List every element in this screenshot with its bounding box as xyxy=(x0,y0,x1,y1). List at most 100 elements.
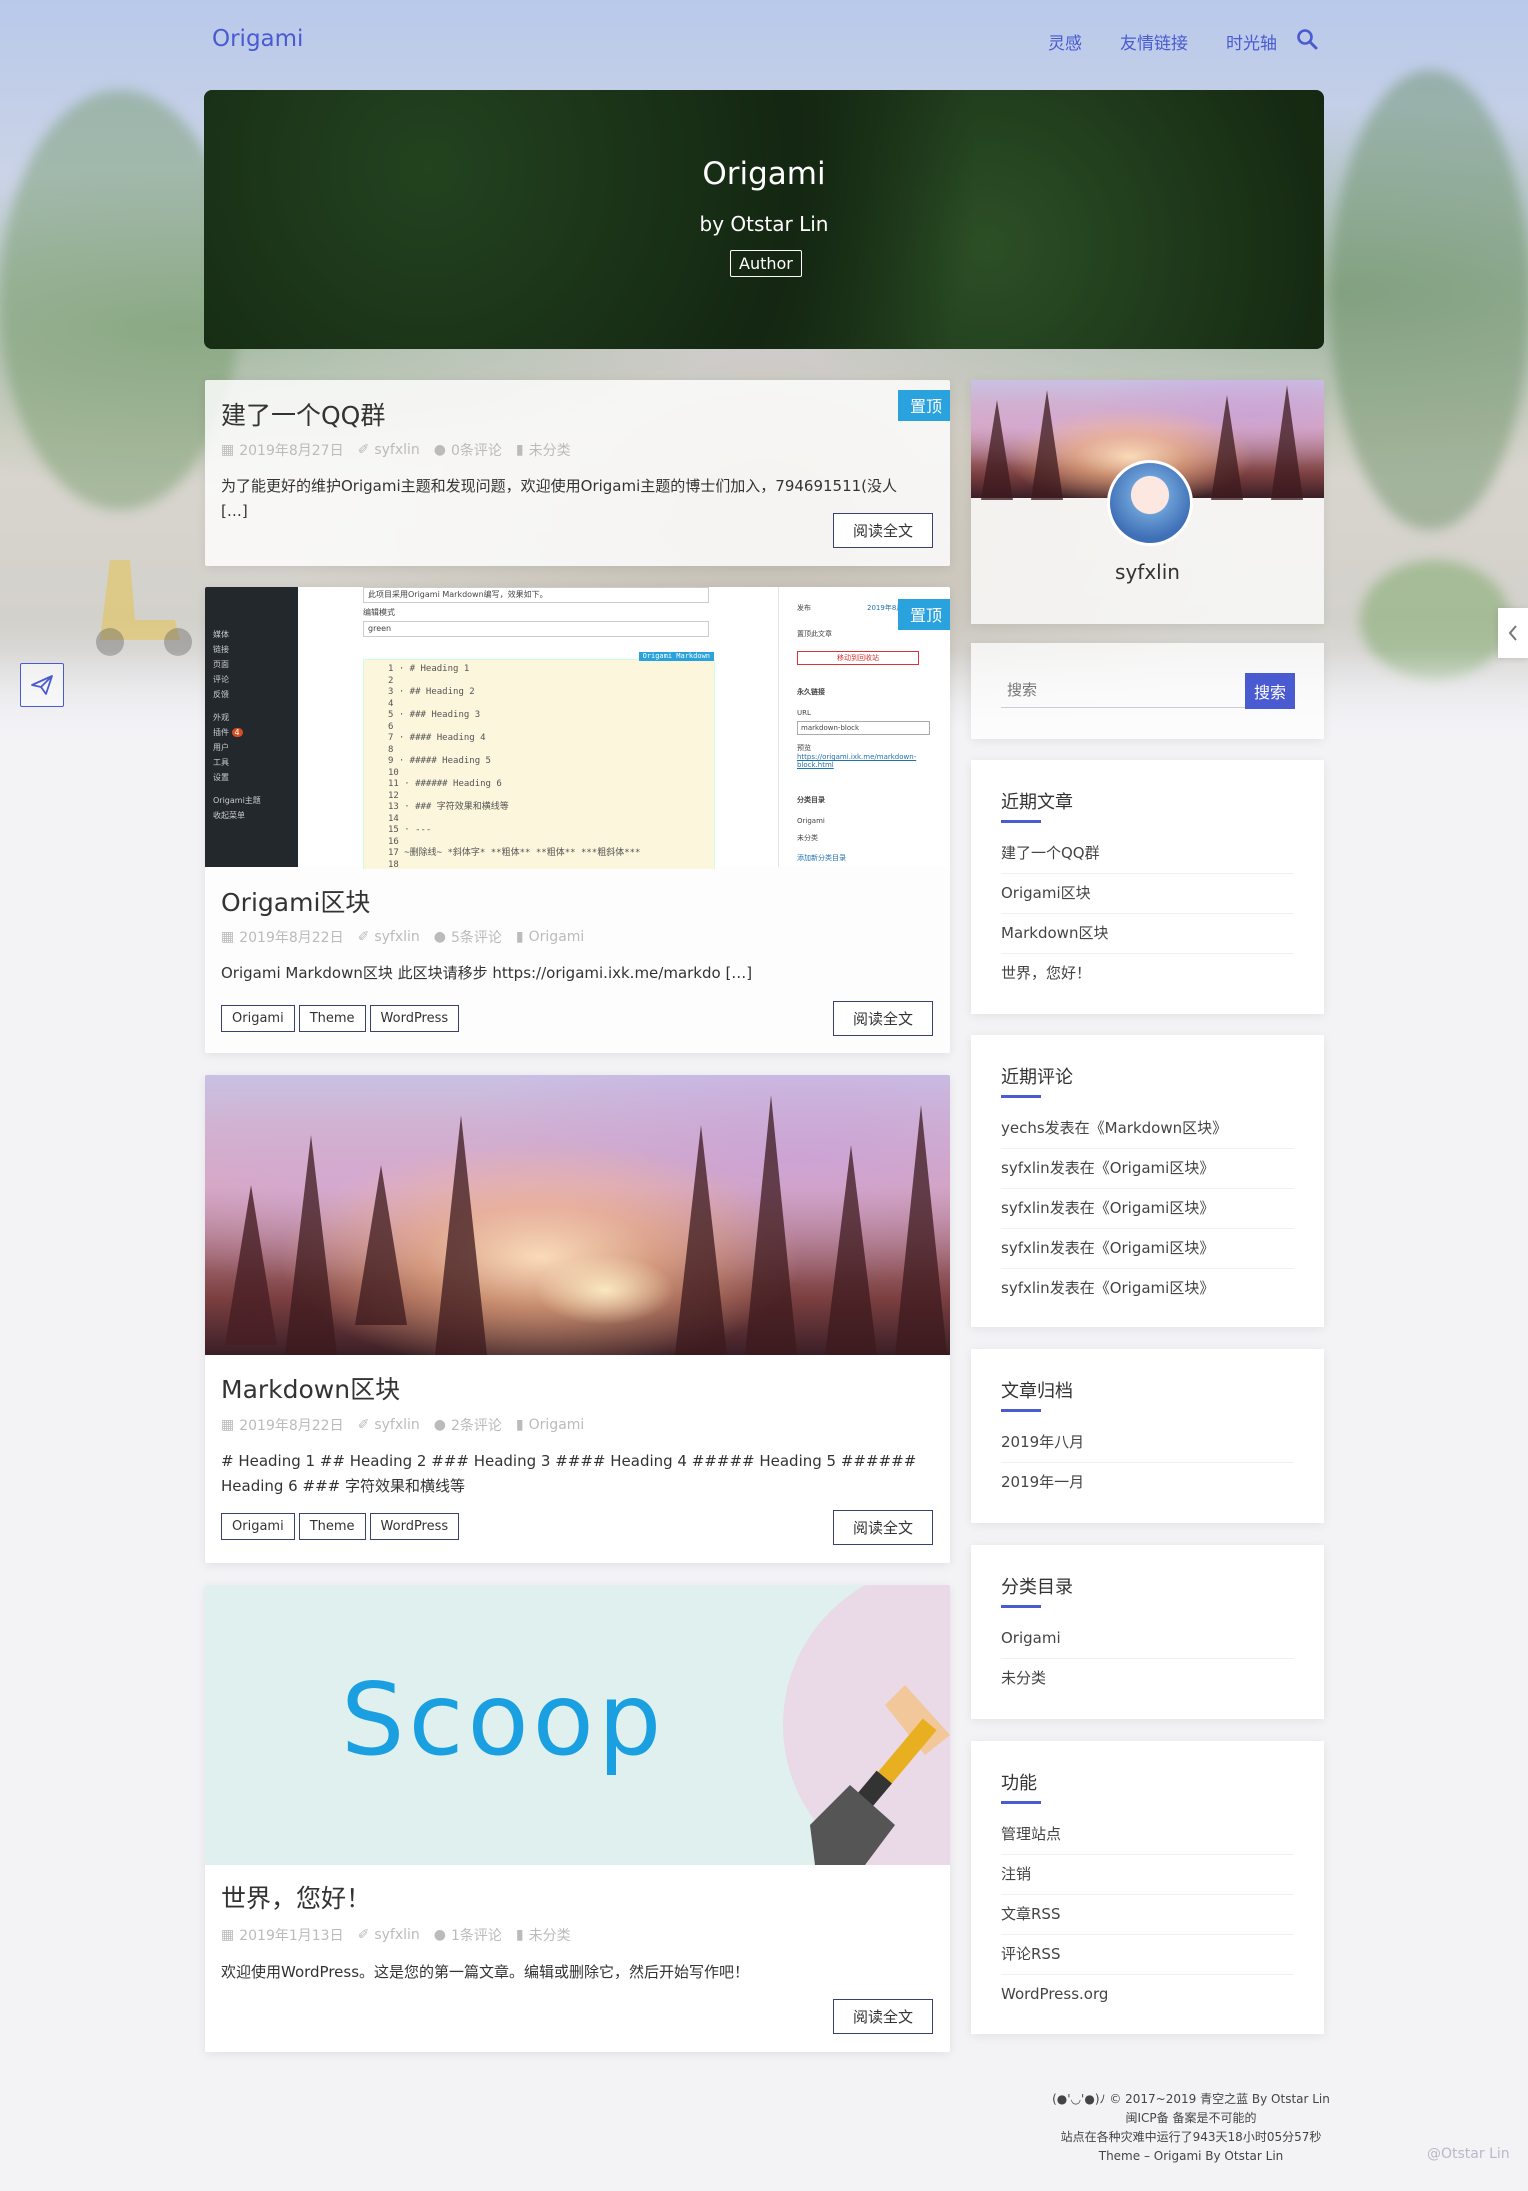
post-card: Markdown区块 ▦ 2019年8月22日 ✐ syfxlin ● 2条评论 ▮ O… xyxy=(205,1075,950,1563)
post-author[interactable]: syfxlin xyxy=(374,1927,419,1943)
post-category[interactable]: 未分类 xyxy=(529,1925,571,1945)
post-comments[interactable]: 0条评论 xyxy=(451,440,502,460)
post-author[interactable]: syfxlin xyxy=(374,1417,419,1433)
scooter-illustration xyxy=(96,560,192,656)
post-excerpt: Origami Markdown区块 此区块请移步 https://origam… xyxy=(221,964,753,982)
top-navbar: Origami 灵感 友情链接 时光轴 xyxy=(0,0,1528,80)
post-meta: ▦ 2019年1月13日 ✐ syfxlin ● 1条评论 ▮ 未分类 xyxy=(221,1925,571,1945)
profile-name: syfxlin xyxy=(1115,560,1180,584)
post-category[interactable]: 未分类 xyxy=(529,440,571,460)
post-date: 2019年8月22日 xyxy=(239,1418,344,1434)
post-title[interactable]: Markdown区块 xyxy=(221,1370,400,1406)
category-link[interactable]: 未分类 xyxy=(1001,1659,1294,1698)
nav-link-inspiration[interactable]: 灵感 xyxy=(1048,29,1082,54)
post-card: 媒体 链接 页面 评论 反馈 外观 插件 4 用户 工具 设置 Origami主… xyxy=(205,587,950,1053)
post-author[interactable]: syfxlin xyxy=(374,442,419,458)
meta-link[interactable]: 注销 xyxy=(1001,1855,1294,1895)
pinned-badge: 置顶 xyxy=(897,390,950,421)
meta-link[interactable]: 文章RSS xyxy=(1001,1895,1294,1935)
tag-link[interactable]: WordPress xyxy=(369,1513,460,1540)
tag-link[interactable]: WordPress xyxy=(369,1005,460,1032)
recent-post-link[interactable]: 世界，您好！ xyxy=(1001,954,1294,993)
post-thumbnail[interactable]: 媒体 链接 页面 评论 反馈 外观 插件 4 用户 工具 设置 Origami主… xyxy=(205,587,950,869)
meta-link[interactable]: 评论RSS xyxy=(1001,1935,1294,1975)
post-tags: Origami Theme WordPress xyxy=(221,1005,460,1032)
bookmark-icon: ▮ xyxy=(515,1417,524,1433)
recent-comment-link[interactable]: syfxlin发表在《Origami区块》 xyxy=(1001,1269,1294,1308)
read-more-button[interactable]: 阅读全文 xyxy=(833,1999,933,2034)
nav-links: 灵感 友情链接 时光轴 xyxy=(1048,29,1277,54)
nav-link-timeline[interactable]: 时光轴 xyxy=(1226,29,1277,54)
admin-sidebar-screenshot: 媒体 链接 页面 评论 反馈 外观 插件 4 用户 工具 设置 Origami主… xyxy=(205,587,298,867)
read-more-button[interactable]: 阅读全文 xyxy=(833,1510,933,1545)
recent-comment-link[interactable]: yechs发表在《Markdown区块》 xyxy=(1001,1109,1294,1149)
author-icon: ✐ xyxy=(357,929,370,945)
hero-banner: Origami by Otstar Lin Author xyxy=(204,90,1324,349)
footer-theme[interactable]: Theme – Origami By Otstar Lin xyxy=(971,2147,1411,2166)
post-title[interactable]: 建了一个QQ群 xyxy=(221,396,385,432)
site-footer: (●'◡'●)ﾉ © 2017~2019 青空之蓝 By Otstar Lin … xyxy=(971,2090,1411,2166)
category-link[interactable]: Origami xyxy=(1001,1619,1294,1659)
recent-post-link[interactable]: Origami区块 xyxy=(1001,874,1294,914)
footer-icp: 闽ICP备 备案是不可能的 xyxy=(1125,2111,1257,2125)
meta-widget: 功能 管理站点 注销 文章RSS 评论RSS WordPress.org xyxy=(971,1741,1324,2034)
widget-title: 近期文章 xyxy=(1001,788,1073,823)
post-title[interactable]: Origami区块 xyxy=(221,883,370,919)
author-icon: ✐ xyxy=(357,1927,370,1943)
paper-plane-icon[interactable] xyxy=(20,663,64,707)
search-widget: 搜索 xyxy=(971,643,1324,739)
tag-link[interactable]: Origami xyxy=(221,1513,295,1540)
post-thumbnail[interactable]: Scoop xyxy=(205,1585,950,1865)
author-badge: Author xyxy=(730,250,802,277)
recent-comment-link[interactable]: syfxlin发表在《Origami区块》 xyxy=(1001,1229,1294,1269)
pinned-badge: 置顶 xyxy=(897,599,950,630)
calendar-icon: ▦ xyxy=(221,442,235,458)
post-comments[interactable]: 2条评论 xyxy=(451,1415,502,1435)
search-input[interactable] xyxy=(1001,673,1257,708)
meta-link[interactable]: WordPress.org xyxy=(1001,1975,1294,2014)
post-comments[interactable]: 5条评论 xyxy=(451,927,502,947)
post-title[interactable]: 世界，您好！ xyxy=(221,1879,371,1915)
avatar[interactable] xyxy=(1107,460,1193,546)
meta-link[interactable]: 管理站点 xyxy=(1001,1815,1294,1855)
nav-link-friends[interactable]: 友情链接 xyxy=(1120,29,1188,54)
read-more-button[interactable]: 阅读全文 xyxy=(833,513,933,548)
recent-post-link[interactable]: Markdown区块 xyxy=(1001,914,1294,954)
recent-comments-widget: 近期评论 yechs发表在《Markdown区块》 syfxlin发表在《Ori… xyxy=(971,1035,1324,1327)
post-date: 2019年8月22日 xyxy=(239,930,344,946)
archive-link[interactable]: 2019年一月 xyxy=(1001,1463,1294,1502)
archive-link[interactable]: 2019年八月 xyxy=(1001,1423,1294,1463)
post-author[interactable]: syfxlin xyxy=(374,929,419,945)
post-meta: ▦ 2019年8月27日 ✐ syfxlin ● 0条评论 ▮ 未分类 xyxy=(221,440,571,460)
post-card: 置顶 建了一个QQ群 ▦ 2019年8月27日 ✐ syfxlin ● 0条评论 ▮ 未… xyxy=(205,380,950,566)
post-date: 2019年8月27日 xyxy=(239,443,344,459)
post-comments[interactable]: 1条评论 xyxy=(451,1925,502,1945)
comment-icon: ● xyxy=(433,929,446,945)
archives-widget: 文章归档 2019年八月 2019年一月 xyxy=(971,1349,1324,1523)
post-category[interactable]: Origami xyxy=(529,929,585,945)
recent-post-link[interactable]: 建了一个QQ群 xyxy=(1001,834,1294,874)
widget-title: 功能 xyxy=(1001,1769,1041,1804)
tag-link[interactable]: Origami xyxy=(221,1005,295,1032)
post-tags: Origami Theme WordPress xyxy=(221,1513,460,1540)
search-icon[interactable] xyxy=(1296,28,1318,50)
recent-comment-link[interactable]: syfxlin发表在《Origami区块》 xyxy=(1001,1189,1294,1229)
tag-link[interactable]: Theme xyxy=(298,1005,366,1032)
post-category[interactable]: Origami xyxy=(529,1417,585,1433)
recent-comment-link[interactable]: syfxlin发表在《Origami区块》 xyxy=(1001,1149,1294,1189)
site-brand[interactable]: Origami xyxy=(212,26,303,52)
post-thumbnail[interactable] xyxy=(205,1075,950,1355)
bookmark-icon: ▮ xyxy=(515,929,524,945)
post-excerpt: 为了能更好的维护Origami主题和发现问题，欢迎使用Origami主题的博士们… xyxy=(221,477,898,520)
tag-link[interactable]: Theme xyxy=(298,1513,366,1540)
post-excerpt: 欢迎使用WordPress。这是您的第一篇文章。编辑或删除它，然后开始写作吧！ xyxy=(221,1963,750,1981)
widget-title: 文章归档 xyxy=(1001,1377,1073,1412)
profile-widget: syfxlin xyxy=(971,380,1324,624)
search-button[interactable]: 搜索 xyxy=(1245,673,1295,709)
post-card: Scoop 世界，您好！ ▦ 2019年1月13日 ✐ syfxlin ● 1条评论 … xyxy=(205,1585,950,2052)
chevron-left-icon[interactable] xyxy=(1498,608,1528,658)
author-icon: ✐ xyxy=(357,442,370,458)
read-more-button[interactable]: 阅读全文 xyxy=(833,1001,933,1036)
hero-subtitle: by Otstar Lin xyxy=(699,212,829,236)
calendar-icon: ▦ xyxy=(221,929,235,945)
